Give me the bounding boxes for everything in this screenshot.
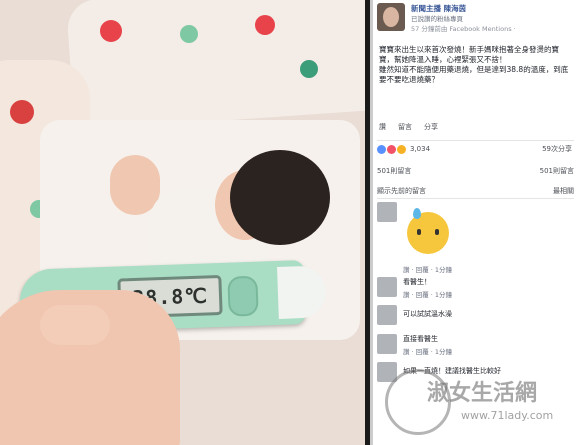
post-actions: 讚 留言 分享 <box>379 122 438 132</box>
leaf-print <box>300 60 318 78</box>
comments-count-row: 501則留言 501則留言 <box>377 166 574 176</box>
comments-total: 501則留言 <box>539 167 574 175</box>
share-button[interactable]: 分享 <box>424 122 438 132</box>
reactions-row[interactable]: 3,034 59次分享 <box>377 140 574 157</box>
comment-item: 讚 · 回覆 · 1分鐘 <box>377 202 574 274</box>
commenter-avatar[interactable] <box>377 334 397 354</box>
tear-icon <box>413 208 421 219</box>
crying-sticker <box>407 208 449 254</box>
thumb <box>40 305 110 345</box>
author-avatar[interactable] <box>377 3 405 31</box>
comment-meta[interactable]: 讚 · 回覆 · 1分鐘 <box>403 264 452 274</box>
love-reaction-icon <box>387 144 396 154</box>
sort-relevant[interactable]: 最相關 <box>553 186 574 196</box>
comment-item: 可以試試溫水澡 <box>377 305 574 331</box>
mushroom-print <box>255 15 275 35</box>
mushroom-print <box>10 100 34 124</box>
like-reaction-icon <box>377 144 386 154</box>
comment-item: 直接看醫生 讚 · 回覆 · 1分鐘 <box>377 334 574 364</box>
comment-text: 看醫生！ <box>403 278 431 286</box>
show-previous-comments[interactable]: 顯示先前的留言 <box>377 187 426 195</box>
watermark-url: www.71lady.com <box>461 409 554 422</box>
shares-count[interactable]: 59次分享 <box>542 144 572 154</box>
comment-text: 直接看醫生 <box>403 335 438 343</box>
wow-reaction-icon <box>397 144 406 154</box>
site-watermark: 淑女生活網 www.71lady.com <box>385 365 575 440</box>
comment-sort-row: 顯示先前的留言 最相關 <box>377 186 574 199</box>
comment-meta[interactable]: 讚 · 回覆 · 1分鐘 <box>403 346 452 356</box>
page-liked-label: 已說讚的粉絲專頁 <box>411 15 463 23</box>
thermometer-button <box>227 275 259 317</box>
commenter-avatar[interactable] <box>377 202 397 222</box>
post-photo[interactable]: 38.8℃ <box>0 0 365 445</box>
baby-head <box>230 150 330 245</box>
post-timestamp[interactable]: 57 分鐘前由 Facebook Mentions · <box>411 23 516 33</box>
post-text: 寶寶來出生以來首次發燒！新手媽咪抱著全身發燙的寶寶，幫她降溫入睡，心裡緊張又不捨… <box>379 45 569 84</box>
comment-button[interactable]: 留言 <box>398 122 412 132</box>
like-button[interactable]: 讚 <box>379 122 386 132</box>
comment-meta[interactable]: 讚 · 回覆 · 1分鐘 <box>403 289 452 299</box>
watermark-name: 淑女生活網 <box>427 381 538 406</box>
leaf-print <box>180 25 198 43</box>
comment-text: 可以試試溫水澡 <box>403 310 452 318</box>
comment-item: 看醫生！ 讚 · 回覆 · 1分鐘 <box>377 277 574 307</box>
view-comments-link[interactable]: 501則留言 <box>377 166 411 176</box>
commenter-avatar[interactable] <box>377 305 397 325</box>
reactions-count: 3,034 <box>410 145 431 153</box>
post-header: 新聞主播 陳海茵 已說讚的粉絲專頁 57 分鐘前由 Facebook Menti… <box>377 3 574 43</box>
mushroom-print <box>100 20 122 42</box>
commenter-avatar[interactable] <box>377 277 397 297</box>
